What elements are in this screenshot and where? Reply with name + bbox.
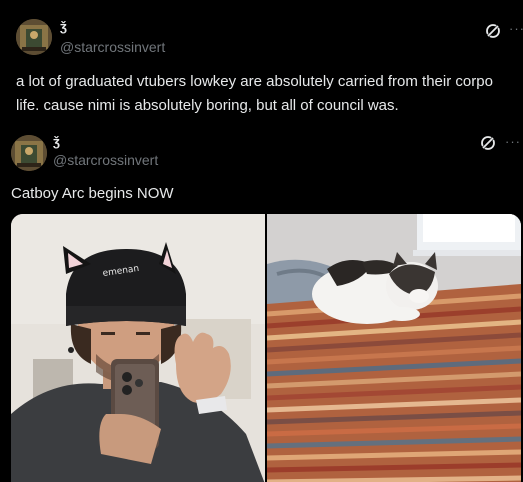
more-options-icon[interactable]: ··· (509, 22, 523, 36)
post-text: Catboy Arc begins NOW (11, 185, 174, 202)
username-handle[interactable]: @starcrossinvert (60, 39, 165, 55)
post-text-line-1: a lot of graduated vtubers lowkey are ab… (16, 73, 493, 90)
photo-person-cat-ear-beanie[interactable]: emenan (11, 214, 265, 482)
post[interactable]: ǯ @starcrossinvert ··· Catboy Arc begins… (0, 124, 523, 482)
photo-cat-on-bed[interactable] (266, 214, 521, 482)
timeline: ǯ @starcrossinvert ··· a lot of graduate… (0, 0, 523, 482)
post-text: a lot of graduated vtubers lowkey are ab… (16, 70, 523, 118)
display-name[interactable]: ǯ (60, 20, 67, 34)
username-handle[interactable]: @starcrossinvert (53, 152, 158, 168)
avatar[interactable] (11, 135, 47, 171)
grok-icon[interactable] (484, 22, 502, 40)
more-options-icon[interactable]: ··· (505, 135, 521, 149)
avatar[interactable] (16, 19, 52, 55)
display-name[interactable]: ǯ (53, 135, 60, 149)
post[interactable]: ǯ @starcrossinvert ··· a lot of graduate… (0, 0, 523, 124)
grok-icon[interactable] (479, 134, 497, 152)
media-grid: emenan (11, 214, 521, 482)
post-text-line-2: life. cause nimi is absolutely boring, b… (16, 97, 399, 114)
